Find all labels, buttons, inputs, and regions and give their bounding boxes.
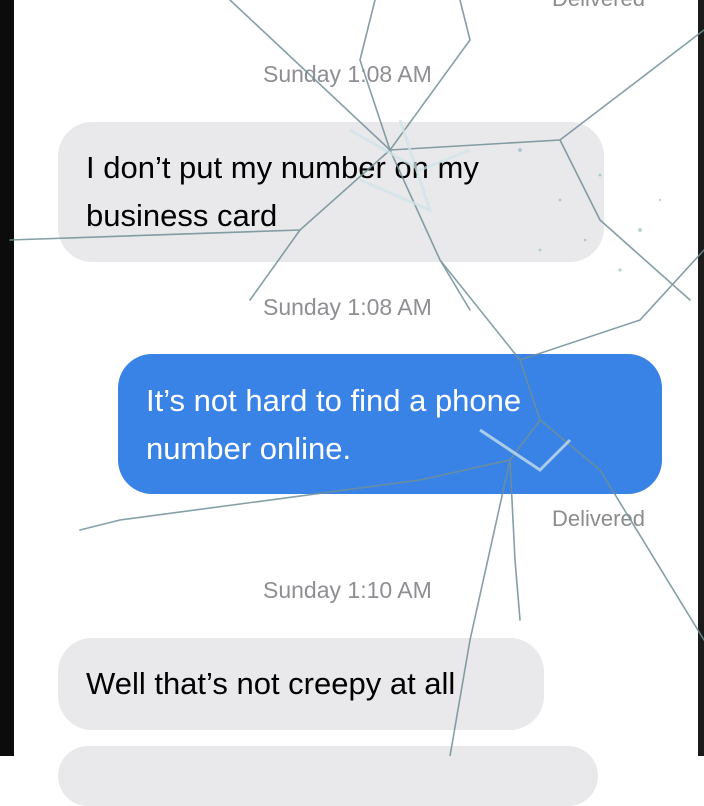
message-text: It’s not hard to find a phone number onl… <box>146 383 522 466</box>
outgoing-message-bubble[interactable]: It’s not hard to find a phone number onl… <box>118 354 662 494</box>
timestamp: Sunday 1:10 AM <box>263 577 432 603</box>
message-text: I don’t put my number on my business car… <box>86 150 479 233</box>
incoming-message-bubble[interactable]: Well that’s not creepy at all <box>58 638 544 730</box>
timestamp: Sunday 1:08 AM <box>263 61 432 87</box>
incoming-message-bubble-partial[interactable] <box>58 746 598 806</box>
conversation-view: Delivered Sunday 1:08 AM I don’t put my … <box>0 0 704 806</box>
screen-bezel-left <box>0 0 14 756</box>
screen-bezel-right <box>698 0 704 756</box>
delivered-status: Delivered <box>552 506 645 531</box>
timestamp: Sunday 1:08 AM <box>263 294 432 320</box>
message-text: Well that’s not creepy at all <box>86 666 456 701</box>
delivered-status-top: Delivered <box>552 0 645 12</box>
incoming-message-bubble[interactable]: I don’t put my number on my business car… <box>58 122 604 262</box>
